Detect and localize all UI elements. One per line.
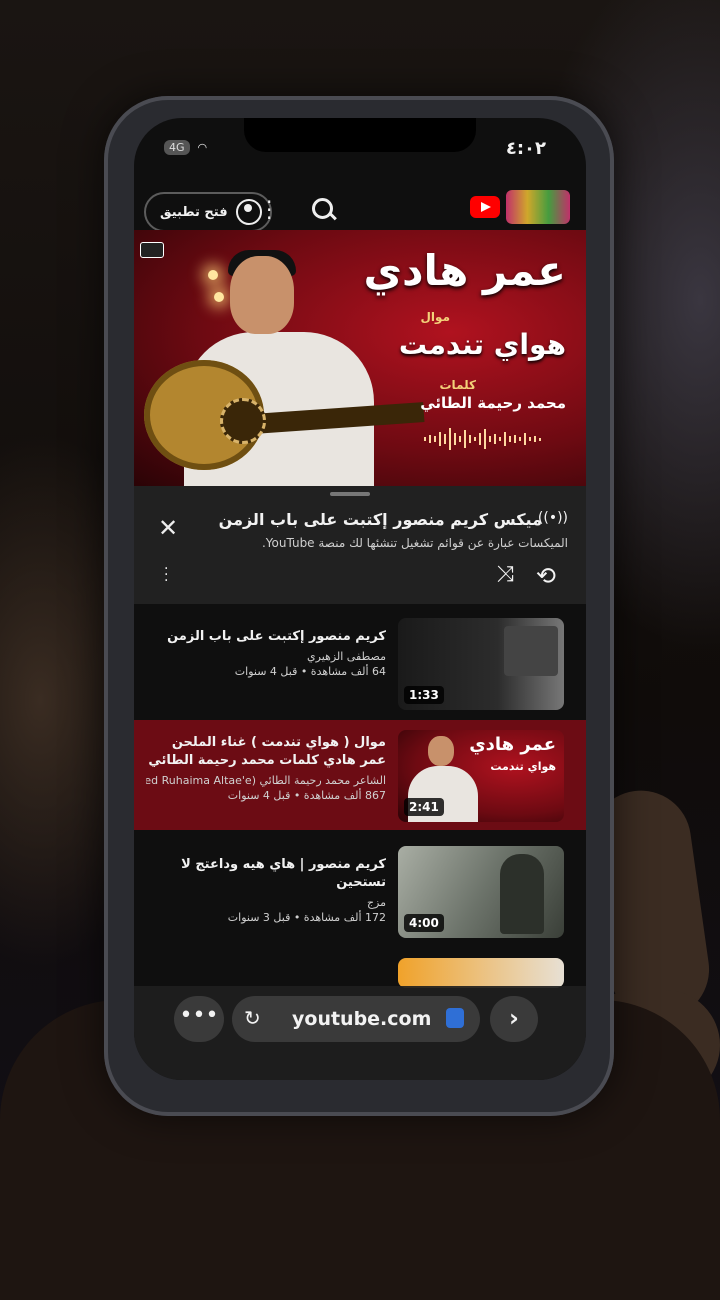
channel-name: مصطفى الزهيري (307, 650, 386, 663)
item-text: كريم منصور إكتبت على باب الزمن مصطفى الز… (146, 628, 386, 678)
browser-menu-button[interactable]: ••• (174, 996, 224, 1042)
video-meta: 867 ألف مشاهدة • قبل 4 سنوات (227, 789, 386, 802)
video-title: كريم منصور إكتبت على باب الزمن (167, 629, 386, 644)
video-duration: 4:00 (404, 914, 444, 932)
video-meta: 172 ألف مشاهدة • قبل 3 سنوات (227, 911, 386, 924)
mix-title: ميكس كريم منصور إكتبت على باب الزمن (218, 510, 542, 529)
youtube-doodle (506, 190, 570, 224)
account-icon (235, 199, 262, 225)
cover-artist-name: عمر هادي (363, 246, 566, 295)
mix-description: الميكسات عبارة عن قوائم تشغيل تنشئها لك … (261, 536, 568, 550)
stage-light (208, 270, 218, 280)
browser-toolbar: ••• ↻ youtube.com › (134, 986, 586, 1080)
video-thumbnail (398, 958, 564, 988)
channel-name: الشاعر محمد رحيمة الطائي (Mohammed Ruhai… (146, 774, 386, 787)
video-title: موال ( هواي تندمت ) غناء الملحن عمر هادي… (148, 735, 386, 768)
more-options-icon[interactable]: · · · (266, 192, 272, 228)
playlist-item-partial[interactable] (134, 948, 586, 988)
playlist-item[interactable]: 4:00 كريم منصور | هاي هيه وداعتج لا تستح… (134, 836, 586, 946)
phone-screen: 4G ◠ ٤:٠٢ فتح تطبيق · · · عمر هادي موال هو… (134, 118, 586, 1080)
cover-subtitle: موال (420, 310, 450, 324)
repeat-icon[interactable]: ⟲ (536, 562, 556, 590)
search-icon[interactable] (312, 198, 333, 219)
reload-icon[interactable]: ↻ (244, 1006, 261, 1030)
video-title: كريم منصور | هاي هيه وداعتج لا تستحين (181, 857, 386, 890)
video-meta: 64 ألف مشاهدة • قبل 4 سنوات (234, 665, 386, 678)
url-text: youtube.com (292, 1008, 432, 1030)
thumbnail-face (428, 736, 454, 766)
stage-light (214, 292, 224, 302)
thumbnail-song: هواي تندمت (490, 760, 556, 773)
video-duration: 2:41 (404, 798, 444, 816)
video-duration: 1:33 (404, 686, 444, 704)
channel-watermark-icon (140, 242, 164, 258)
video-thumbnail: عمر هادي هواي تندمت 2:41 (398, 730, 564, 822)
item-text: موال ( هواي تندمت ) غناء الملحن عمر هادي… (146, 734, 386, 802)
status-icons: 4G ◠ (164, 140, 207, 155)
network-badge: 4G (164, 140, 190, 155)
oud-rosette (220, 398, 266, 444)
mix-playlist-panel: ((•)) ميكس كريم منصور إكتبت على باب الزم… (134, 486, 586, 604)
forward-button[interactable]: › (490, 996, 538, 1042)
youtube-top-bar: فتح تطبيق · · · (134, 188, 586, 236)
address-bar[interactable]: ↻ youtube.com (232, 996, 480, 1042)
item-text: كريم منصور | هاي هيه وداعتج لا تستحين مز… (146, 856, 386, 924)
close-icon[interactable]: ✕ (158, 514, 178, 542)
shuffle-icon[interactable]: ⤨ (496, 562, 514, 587)
open-app-label: فتح تطبيق (160, 204, 228, 220)
playlist-item[interactable]: 1:33 كريم منصور إكتبت على باب الزمن مصطف… (134, 608, 586, 718)
youtube-logo[interactable] (470, 196, 500, 218)
drag-handle[interactable] (330, 492, 370, 496)
cover-poet-name: محمد رحيمة الطائي (420, 394, 566, 412)
audio-waveform (424, 426, 574, 452)
video-thumbnail: 4:00 (398, 846, 564, 938)
cover-words-label: كلمات (439, 378, 477, 392)
thumbnail-photo (504, 626, 558, 676)
playlist-more-icon[interactable]: · · · (164, 562, 168, 588)
status-time: ٤:٠٢ (505, 138, 546, 159)
playlist-item-now-playing[interactable]: عمر هادي هواي تندمت 2:41 موال ( هواي تند… (134, 720, 586, 830)
cover-song-title: هواي تندمت (398, 328, 566, 361)
thumbnail-title: عمر هادي (469, 734, 556, 755)
channel-name: مزج (366, 896, 386, 909)
singer-face (230, 256, 294, 334)
notch (244, 118, 476, 152)
video-thumbnail: 1:33 (398, 618, 564, 710)
wifi-icon: ◠ (197, 141, 208, 154)
thumbnail-figure (500, 854, 544, 934)
audio-playing-icon[interactable] (446, 1008, 464, 1028)
open-app-button[interactable]: فتح تطبيق (144, 192, 272, 232)
video-player[interactable]: عمر هادي موال هواي تندمت كلمات محمد رحيم… (134, 230, 586, 486)
mix-radio-icon: ((•)) (537, 510, 568, 526)
